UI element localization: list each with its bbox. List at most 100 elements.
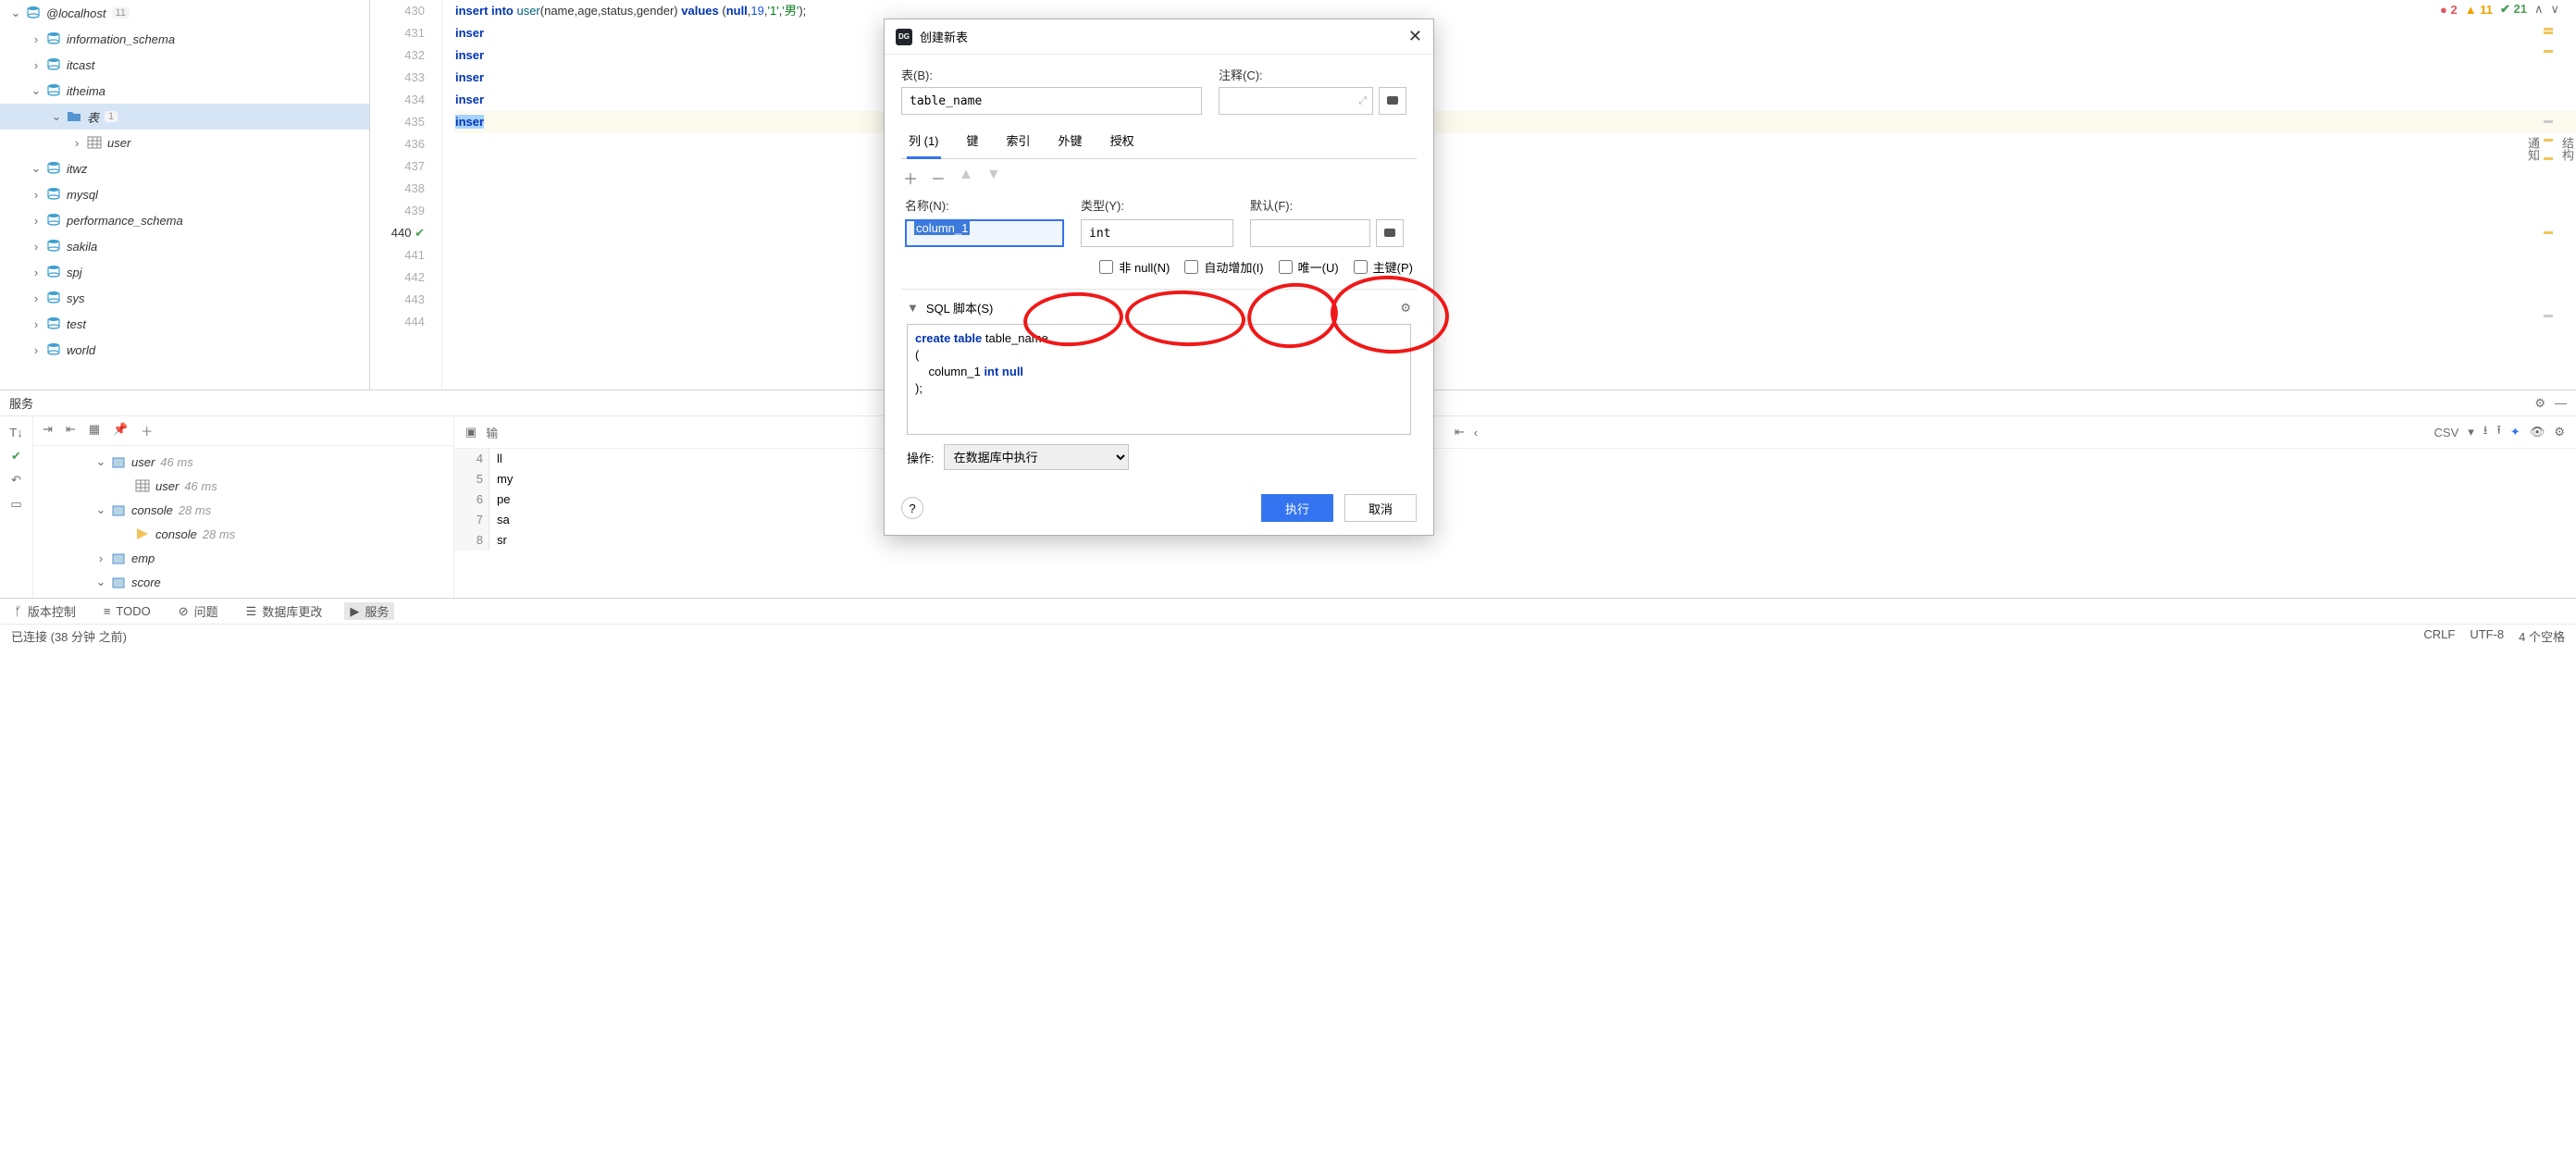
collapse-icon[interactable]: ⇤ [66, 422, 76, 440]
pin-icon[interactable]: 📌 [113, 422, 128, 440]
refresh-icon[interactable]: ✦ [2510, 425, 2520, 440]
download-icon[interactable]: ⭳ [2483, 422, 2488, 442]
tab-columns[interactable]: 列 (1) [907, 124, 941, 158]
not-null-checkbox[interactable]: 非 null(N) [1099, 258, 1170, 276]
tree-item-mysql[interactable]: ›mysql [0, 181, 369, 207]
table-name-input[interactable] [901, 87, 1202, 115]
code-area[interactable]: insert into user(name,age,status,gender)… [442, 0, 2576, 390]
remove-column-button[interactable]: － [931, 167, 946, 189]
text-icon[interactable]: T↓ [9, 426, 22, 440]
action-label: 操作: [907, 449, 935, 466]
add-icon[interactable]: ＋ [141, 422, 153, 440]
run-icon[interactable]: ▣ [465, 425, 477, 440]
notifications-tool[interactable]: 通知 [2524, 137, 2542, 161]
auto-increment-checkbox[interactable]: 自动增加(I) [1184, 258, 1263, 276]
tree-item-spj[interactable]: ›spj [0, 259, 369, 285]
unique-checkbox[interactable]: 唯一(U) [1279, 258, 1339, 276]
svc-item-emp[interactable]: ›emp [33, 546, 453, 570]
tab-indexes[interactable]: 索引 [1005, 124, 1033, 158]
svc-item-console[interactable]: ⌄console28 ms [33, 498, 453, 522]
services-tool[interactable]: ▶ 服务 [344, 602, 394, 620]
editor-zone: ● 2 ▲ 11 ✔ 21 ∧ ∨ 4304314324334344354364… [370, 0, 2576, 390]
datagrip-icon: DG [896, 29, 912, 45]
tree-item-itwz[interactable]: ⌄itwz [0, 155, 369, 181]
tab-grants[interactable]: 授权 [1108, 124, 1136, 158]
primary-key-checkbox[interactable]: 主键(P) [1354, 258, 1413, 276]
services-title: 服务 [9, 394, 33, 412]
tree-item-sys[interactable]: ›sys [0, 285, 369, 311]
svc-item-console[interactable]: console28 ms [33, 522, 453, 546]
expand-icon[interactable]: ⇥ [43, 422, 53, 440]
todo-tool[interactable]: ≡ TODO [98, 604, 156, 618]
first-page-icon[interactable]: ⇤ [1455, 425, 1465, 440]
svc-item-user[interactable]: ⌄user46 ms [33, 450, 453, 474]
column-name-input[interactable]: column_1 [905, 219, 1064, 247]
execute-button[interactable]: 执行 [1261, 494, 1333, 522]
move-up-button[interactable]: ▲ [959, 167, 973, 189]
gutter: 430431432433434435436437438439440 ✔44144… [370, 0, 442, 390]
dialog-tabs: 列 (1) 键 索引 外键 授权 [901, 124, 1417, 159]
default-preview-button[interactable] [1376, 219, 1404, 247]
table-name-label: 表(B): [901, 66, 1202, 83]
gear-icon[interactable]: ⚙ [2534, 396, 2545, 411]
tree-item-test[interactable]: ›test [0, 311, 369, 337]
comment-preview-button[interactable] [1379, 87, 1406, 115]
sql-script-label: SQL 脚本(S) [926, 299, 993, 316]
close-icon[interactable]: ✕ [1408, 27, 1422, 46]
grid-icon[interactable]: ▦ [89, 422, 100, 440]
problems-tool[interactable]: ⊘ 问题 [173, 602, 224, 620]
layout-icon[interactable]: ▭ [10, 497, 21, 512]
vc-tool[interactable]: ᚶ 版本控制 [9, 602, 81, 620]
database-tree[interactable]: ⌄@localhost11›information_schema›itcast⌄… [0, 0, 370, 390]
upload-icon[interactable]: ⭱ [2496, 422, 2501, 442]
tree-item-information_schema[interactable]: ›information_schema [0, 26, 369, 52]
action-select[interactable]: 在数据库中执行 [944, 444, 1129, 470]
tree-item-world[interactable]: ›world [0, 337, 369, 363]
tree-item-itcast[interactable]: ›itcast [0, 52, 369, 78]
help-button[interactable]: ? [901, 497, 923, 519]
create-table-dialog: DG 创建新表 ✕ 表(B): 注释(C): ⤢ [884, 19, 1434, 536]
tree-item-表[interactable]: ⌄表1 [0, 104, 369, 130]
column-type-input[interactable] [1081, 219, 1233, 247]
output-label: 输 [486, 424, 498, 441]
comment-input[interactable]: ⤢ [1219, 87, 1373, 115]
prev-page-icon[interactable]: ‹ [1474, 426, 1478, 440]
undo-icon[interactable]: ↶ [11, 473, 21, 488]
tab-foreign-keys[interactable]: 外键 [1057, 124, 1084, 158]
column-type-label: 类型(Y): [1081, 196, 1233, 214]
check-icon[interactable]: ✔ [11, 449, 21, 464]
dialog-title: 创建新表 [920, 28, 1408, 45]
error-stripe[interactable] [2544, 0, 2553, 352]
line-separator[interactable]: CRLF [2423, 627, 2455, 645]
tab-keys[interactable]: 键 [965, 124, 981, 158]
chevron-down-icon[interactable]: ▼ [907, 301, 919, 315]
tool-window-bar: ᚶ 版本控制 ≡ TODO ⊘ 问题 ☰ 数据库更改 ▶ 服务 [0, 598, 2576, 624]
column-default-label: 默认(F): [1250, 196, 1404, 214]
expand-icon[interactable]: ⤢ [1358, 95, 1367, 107]
tree-item-itheima[interactable]: ⌄itheima [0, 78, 369, 104]
gear-icon[interactable]: ⚙ [2554, 425, 2565, 440]
tree-item-sakila[interactable]: ›sakila [0, 233, 369, 259]
eye-icon[interactable]: 👁 [2530, 425, 2545, 440]
column-name-label: 名称(N): [905, 196, 1064, 214]
connection-status: 已连接 (38 分钟 之前) [11, 627, 127, 645]
csv-label[interactable]: CSV [2434, 426, 2459, 440]
minimize-icon[interactable]: — [2555, 396, 2567, 411]
indent[interactable]: 4 个空格 [2519, 627, 2565, 645]
db-changes-tool[interactable]: ☰ 数据库更改 [241, 602, 328, 620]
cancel-button[interactable]: 取消 [1344, 494, 1417, 522]
status-bar: 已连接 (38 分钟 之前) CRLF UTF-8 4 个空格 [0, 624, 2576, 648]
add-column-button[interactable]: ＋ [903, 167, 918, 189]
svc-item-score[interactable]: ⌄score [33, 570, 453, 594]
move-down-button[interactable]: ▼ [986, 167, 1001, 189]
sql-preview[interactable]: create table table_name ( column_1 int n… [907, 324, 1411, 435]
gear-icon[interactable]: ⚙ [1400, 301, 1411, 316]
tree-item-user[interactable]: ›user [0, 130, 369, 155]
tree-item-performance_schema[interactable]: ›performance_schema [0, 207, 369, 233]
encoding[interactable]: UTF-8 [2470, 627, 2504, 645]
column-default-input[interactable] [1250, 219, 1370, 247]
tree-root[interactable]: ⌄@localhost11 [0, 0, 369, 26]
svc-item-user[interactable]: user46 ms [33, 474, 453, 498]
structure-tool[interactable]: 结构 [2558, 137, 2576, 161]
comment-label: 注释(C): [1219, 66, 1406, 83]
